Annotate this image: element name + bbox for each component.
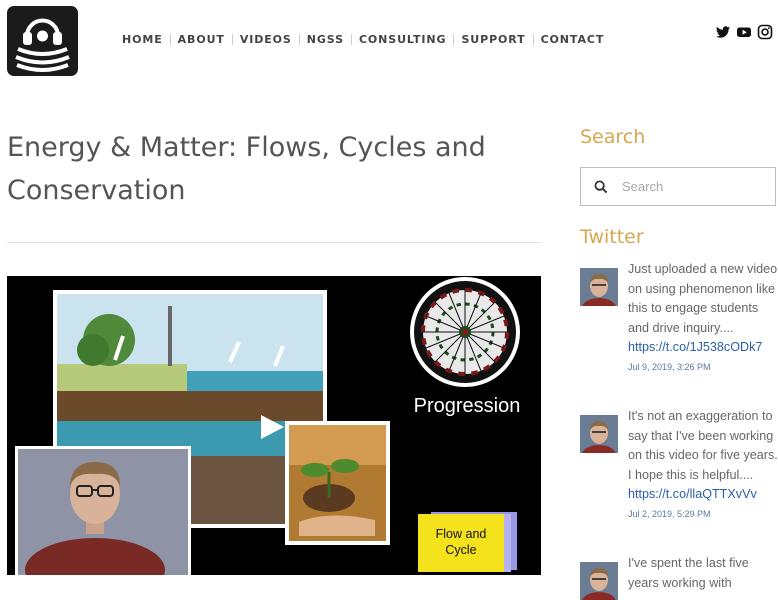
tweet-link[interactable]: https://t.co/1J538cODk7 bbox=[628, 338, 778, 358]
youtube-icon[interactable] bbox=[736, 24, 752, 40]
avatar[interactable] bbox=[580, 415, 618, 453]
social-links bbox=[715, 24, 773, 40]
twitter-heading: Twitter bbox=[580, 226, 644, 248]
tweet-text: It's not an exaggeration to say that I'v… bbox=[628, 407, 778, 521]
nav-support[interactable]: SUPPORT bbox=[461, 33, 525, 46]
nav-home[interactable]: HOME bbox=[122, 33, 163, 46]
search-box bbox=[580, 167, 776, 206]
nav-divider bbox=[350, 34, 352, 45]
nav-consulting[interactable]: CONSULTING bbox=[359, 33, 447, 46]
site-logo[interactable] bbox=[7, 6, 78, 76]
nav-videos[interactable]: VIDEOS bbox=[240, 33, 292, 46]
nav-ngss[interactable]: NGSS bbox=[307, 33, 344, 46]
search-icon bbox=[594, 180, 608, 193]
tweet-text: I've spent the last five years working w… bbox=[628, 554, 778, 593]
dartboard-icon bbox=[410, 277, 520, 387]
tweet-body: I've spent the last five years working w… bbox=[628, 556, 749, 590]
tweet-text: Just uploaded a new video on using pheno… bbox=[628, 260, 778, 374]
title-divider bbox=[7, 242, 542, 243]
instagram-icon[interactable] bbox=[757, 24, 773, 40]
twitter-icon[interactable] bbox=[715, 24, 731, 40]
presenter-inset bbox=[15, 446, 191, 575]
flow-cycle-card: Flow and Cycle bbox=[418, 512, 517, 572]
plant-image bbox=[285, 421, 390, 545]
video-player[interactable]: Progression Flow and Cycle bbox=[7, 276, 541, 575]
nav-divider bbox=[532, 34, 534, 45]
tweet-link[interactable]: https://t.co/llaQTTXvVv bbox=[628, 485, 778, 505]
tweet-date[interactable]: Jul 2, 2019, 5:29 PM bbox=[628, 507, 778, 521]
main-nav: HOME ABOUT VIDEOS NGSS CONSULTING SUPPOR… bbox=[122, 33, 604, 46]
nav-divider bbox=[453, 34, 455, 45]
progression-label: Progression bbox=[414, 395, 521, 417]
nav-divider bbox=[231, 34, 233, 45]
headphones-logo-icon bbox=[15, 18, 70, 72]
search-input[interactable] bbox=[620, 178, 764, 195]
video-thumbnail: Progression Flow and Cycle bbox=[7, 276, 541, 575]
nav-about[interactable]: ABOUT bbox=[178, 33, 225, 46]
page-title: Energy & Matter: Flows, Cycles and Conse… bbox=[7, 132, 486, 206]
tweet-body: Just uploaded a new video on using pheno… bbox=[628, 262, 778, 335]
nav-divider bbox=[298, 34, 300, 45]
avatar[interactable] bbox=[580, 268, 618, 306]
tweet-body: It's not an exaggeration to say that I'v… bbox=[628, 409, 778, 482]
tweet-date[interactable]: Jul 9, 2019, 3:26 PM bbox=[628, 360, 778, 374]
search-heading: Search bbox=[580, 126, 646, 148]
avatar[interactable] bbox=[580, 562, 618, 600]
nav-contact[interactable]: CONTACT bbox=[541, 33, 605, 46]
nav-divider bbox=[169, 34, 171, 45]
